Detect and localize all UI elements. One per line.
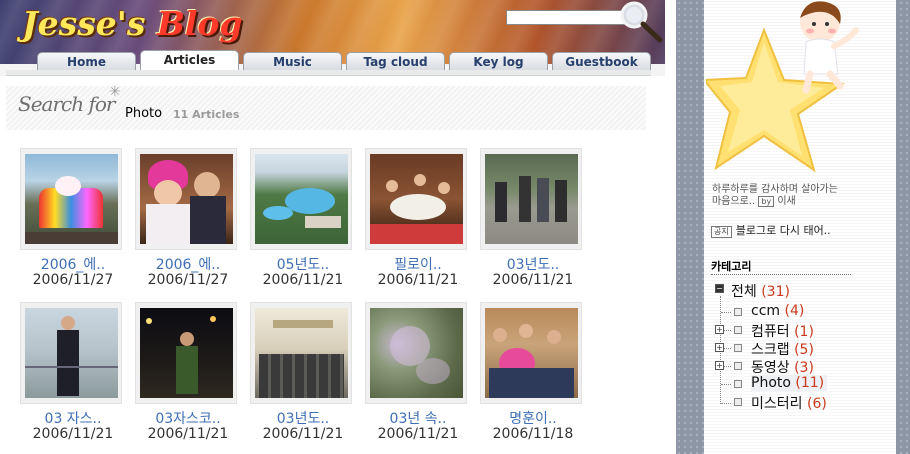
bullet-icon (734, 308, 742, 316)
thumbnail-frame (365, 148, 467, 250)
article-title[interactable]: 05년도.. (250, 254, 356, 274)
article-date: 2006/11/21 (262, 426, 344, 442)
article-date: 2006/11/18 (492, 426, 574, 442)
category-mystery[interactable]: 미스터리 (6) (751, 393, 827, 413)
thumbnail-frame (480, 302, 582, 404)
thumbnail-family-flowers[interactable] (485, 308, 578, 398)
article-date: 2006/11/27 (32, 272, 114, 288)
bullet-icon (734, 344, 742, 352)
tab-home[interactable]: Home (37, 52, 136, 70)
tree-line (724, 366, 731, 367)
search-input[interactable] (506, 10, 626, 25)
search-result-bar: Search for ✳ (6, 84, 646, 130)
sidebar-gutter (665, 0, 676, 454)
tab-key-log[interactable]: Key log (449, 52, 548, 70)
thumbnail-frame (480, 148, 582, 250)
article-date: 2006/11/21 (262, 272, 344, 288)
tree-line (721, 403, 731, 404)
intro-line-1: 하루하루를 감사하며 살아가는 (712, 184, 838, 195)
intro-line-2: 마음으로.. (712, 196, 756, 207)
article-title[interactable]: 명훈이.. (480, 408, 586, 428)
article-date: 2006/11/21 (377, 426, 459, 442)
search-count: 11 Articles (173, 108, 240, 121)
thumbnail-two-people[interactable] (140, 154, 233, 244)
expand-icon[interactable]: + (715, 361, 724, 370)
article-date: 2006/11/21 (377, 272, 459, 288)
thumbnail-man-standing[interactable] (25, 308, 118, 398)
category-heading: 카테고리 (711, 260, 752, 273)
thumbnail-night-street[interactable] (140, 308, 233, 398)
search-for-heading: Search for (18, 92, 115, 116)
tree-line (724, 348, 731, 349)
thumbnail-hotel-group[interactable] (255, 308, 348, 398)
blog-logo[interactable]: Jesse's Blog (22, 4, 242, 43)
thumbnail-frame (20, 148, 122, 250)
article-title[interactable]: 필로이.. (365, 254, 471, 274)
tab-articles[interactable]: Articles (140, 50, 239, 70)
article-title[interactable]: 03년도.. (250, 408, 356, 428)
article-date: 2006/11/21 (492, 272, 574, 288)
expand-icon[interactable]: + (715, 343, 724, 352)
tree-line (721, 312, 731, 313)
bullet-icon (734, 398, 742, 406)
thumbnail-moss-flowers[interactable] (370, 308, 463, 398)
expand-icon[interactable]: + (715, 325, 724, 334)
tree-line (721, 384, 731, 385)
thumbnail-group-outdoor[interactable] (485, 154, 578, 244)
category-computer[interactable]: 컴퓨터 (1) (751, 321, 814, 341)
article-date: 2006/11/21 (32, 426, 114, 442)
article-title[interactable]: 03년 속.. (365, 408, 471, 428)
thumbnail-frame (20, 302, 122, 404)
thumbnail-parade-float[interactable] (25, 154, 118, 244)
sparkle-icon: ✳ (109, 84, 121, 100)
category-photo[interactable]: Photo (11) (751, 375, 828, 391)
tab-music[interactable]: Music (243, 52, 342, 70)
thumbnail-frame (135, 302, 237, 404)
category-ccm[interactable]: ccm (4) (751, 303, 804, 319)
category-scrap[interactable]: 스크랩 (5) (751, 339, 814, 359)
magnifier-icon[interactable] (616, 0, 664, 44)
category-video[interactable]: 동영상 (3) (751, 357, 814, 377)
intro-author[interactable]: 이새 (777, 196, 795, 207)
blog-intro: 하루하루를 감사하며 살아가는 마음으로.. by 이새 (712, 184, 862, 208)
tab-guestbook[interactable]: Guestbook (552, 52, 651, 70)
article-title[interactable]: 03년도.. (480, 254, 586, 274)
article-title[interactable]: 2006_에.. (135, 254, 241, 274)
star-kid-illustration (706, 1, 859, 173)
article-date: 2006/11/27 (147, 272, 229, 288)
notice-badge: 공지 (711, 226, 732, 238)
notice-row[interactable]: 공지 블로그로 다시 태어.. (711, 222, 831, 238)
tab-tag-cloud[interactable]: Tag cloud (346, 52, 445, 70)
category-divider (711, 274, 851, 275)
bullet-icon (734, 326, 742, 334)
bullet-icon (734, 380, 742, 388)
thumbnail-frame (250, 148, 352, 250)
logo-text-blog: Blog (156, 4, 243, 43)
tree-line (724, 330, 731, 331)
thumbnail-dinner-table[interactable] (370, 154, 463, 244)
logo-text-name: Jesse's (22, 4, 146, 43)
bullet-icon (734, 362, 742, 370)
notice-link[interactable]: 블로그로 다시 태어.. (736, 224, 831, 237)
collapse-icon[interactable]: − (715, 284, 724, 293)
thumbnail-frame (365, 302, 467, 404)
article-title[interactable]: 03 자스.. (20, 408, 126, 428)
article-title[interactable]: 03자스코.. (135, 408, 241, 428)
search-query: Photo (125, 106, 163, 121)
thumbnail-resort-pool[interactable] (255, 154, 348, 244)
by-badge: by (758, 196, 775, 207)
thumbnail-frame (250, 302, 352, 404)
category-all[interactable]: 전체 (31) (731, 281, 790, 301)
article-title[interactable]: 2006_에.. (20, 254, 126, 274)
article-date: 2006/11/21 (147, 426, 229, 442)
thumbnail-frame (135, 148, 237, 250)
